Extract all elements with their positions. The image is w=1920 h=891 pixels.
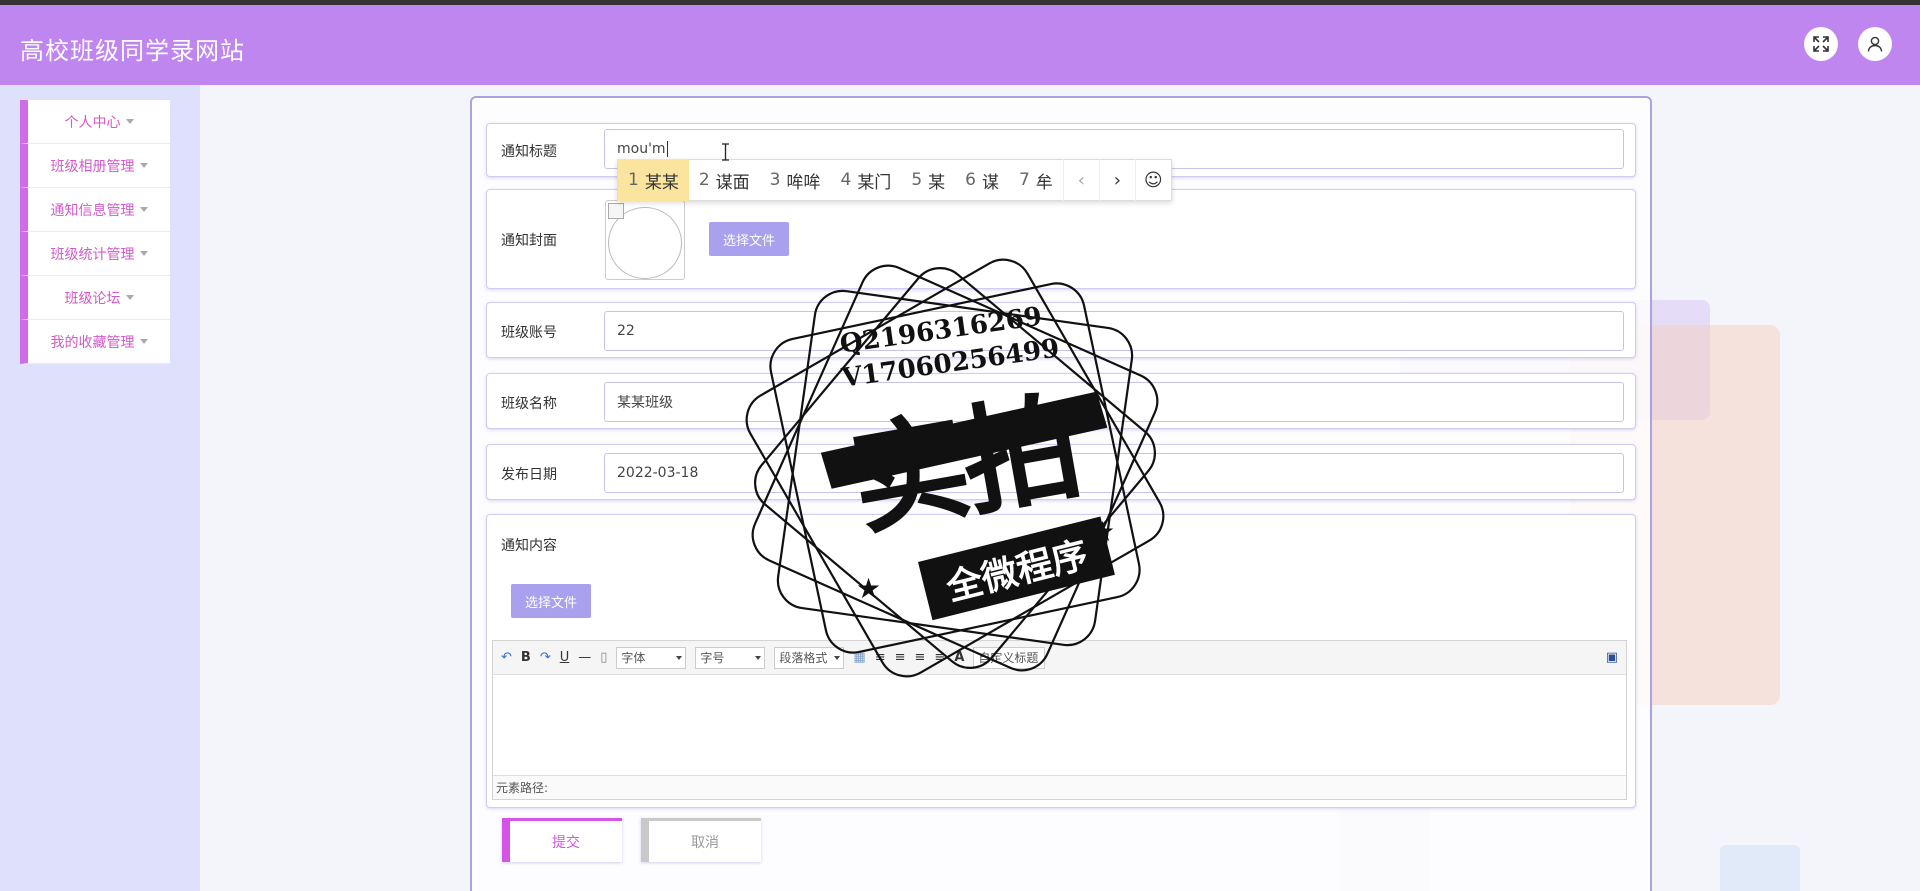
background-illustration: [1720, 845, 1800, 891]
ime-candidate-number: 6: [965, 170, 976, 190]
account-label: 班级账号: [501, 325, 557, 341]
ime-candidate-number: 7: [1018, 170, 1030, 190]
font-family-value: 字体: [621, 651, 646, 665]
horizontal-rule-icon[interactable]: —: [578, 650, 591, 665]
ime-candidate-text: 谋: [981, 172, 999, 193]
caret-down-icon: [125, 295, 134, 300]
ime-candidate-3[interactable]: 3 哞哞: [760, 159, 831, 201]
ime-candidate-number: 1: [628, 170, 639, 190]
caret-down-icon: [139, 251, 148, 256]
broken-image-icon: [608, 203, 624, 219]
ime-candidate-text: 某: [928, 172, 946, 193]
sidebar-item-label: 班级相册管理: [50, 158, 135, 175]
sidebar-item-class-stats[interactable]: 班级统计管理: [20, 232, 170, 276]
caret-down-icon: [139, 207, 148, 212]
sidebar-item-label: 班级统计管理: [50, 246, 135, 263]
font-family-select[interactable]: 字体: [616, 646, 687, 669]
sidebar-item-label: 通知信息管理: [50, 202, 135, 219]
caret-down-icon: [125, 119, 134, 124]
date-label: 发布日期: [501, 467, 557, 483]
ime-candidate-bar: 1 某某 2 谋面 3 哞哞 4 某门 5某 6谋 7牟 ‹ › ☺: [617, 159, 1172, 201]
content-label: 通知内容: [501, 538, 557, 554]
document-icon[interactable]: ▯: [600, 650, 607, 665]
title-input-value: mou'm: [617, 141, 666, 157]
underline-button[interactable]: U: [560, 650, 570, 665]
content-choose-file-button[interactable]: 选择文件: [511, 584, 591, 618]
redo-icon[interactable]: ↷: [540, 650, 551, 665]
bold-button[interactable]: B: [521, 650, 531, 665]
select-caret-icon: [676, 655, 683, 660]
top-header: 高校班级同学录网站: [0, 5, 1920, 85]
ime-candidate-text: 哞哞: [786, 172, 821, 193]
expand-icon: [1813, 36, 1829, 52]
sidebar-item-personal-center[interactable]: 个人中心: [20, 100, 170, 144]
ime-candidate-number: 4: [840, 170, 852, 190]
text-cursor: [666, 141, 668, 157]
ime-candidate-6[interactable]: 6谋: [955, 159, 1009, 201]
sidebar-item-label: 班级论坛: [64, 290, 121, 307]
user-button[interactable]: [1858, 27, 1892, 61]
classname-label: 班级名称: [501, 396, 557, 412]
sidebar-item-my-favorites[interactable]: 我的收藏管理: [20, 320, 170, 364]
ime-candidate-text: 谋面: [715, 172, 750, 193]
ime-emoji-icon[interactable]: ☺: [1134, 159, 1171, 201]
sidebar-item-notice-info[interactable]: 通知信息管理: [20, 188, 170, 232]
editor-element-path: 元素路径:: [493, 775, 1626, 799]
i-beam-cursor: [721, 143, 730, 161]
ime-candidate-1[interactable]: 1 某某: [618, 159, 689, 201]
title-label: 通知标题: [501, 144, 557, 160]
ime-prev-page-icon[interactable]: ‹: [1062, 159, 1099, 201]
ime-candidate-number: 5: [911, 170, 923, 190]
fullscreen-editor-icon[interactable]: ▣: [1606, 650, 1618, 665]
ime-candidate-text: 某某: [644, 172, 679, 193]
ime-candidate-text: 某门: [857, 172, 892, 193]
cover-preview: [605, 200, 685, 280]
ime-candidate-7[interactable]: 7牟: [1009, 159, 1063, 201]
sidebar-item-class-forum[interactable]: 班级论坛: [20, 276, 170, 320]
caret-down-icon: [139, 339, 148, 344]
submit-button[interactable]: 提交: [502, 818, 622, 862]
cancel-button[interactable]: 取消: [641, 818, 761, 862]
site-title: 高校班级同学录网站: [20, 37, 245, 65]
star-icon: ★: [1090, 515, 1116, 548]
font-size-value: 字号: [700, 651, 725, 665]
ime-candidate-4[interactable]: 4 某门: [830, 159, 901, 201]
fullscreen-button[interactable]: [1804, 27, 1838, 61]
undo-icon[interactable]: ↶: [501, 650, 512, 665]
sidebar-item-label: 个人中心: [64, 114, 121, 131]
ime-candidate-number: 2: [698, 170, 710, 190]
star-icon: ★: [856, 572, 882, 605]
sidebar-item-class-album[interactable]: 班级相册管理: [20, 144, 170, 188]
user-icon: [1867, 36, 1883, 52]
sidebar-menu: 个人中心 班级相册管理 通知信息管理 班级统计管理 班级论坛 我的收藏管理: [20, 100, 170, 364]
ime-next-page-icon[interactable]: ›: [1098, 159, 1135, 201]
sidebar-item-label: 我的收藏管理: [50, 334, 135, 351]
ime-candidate-2[interactable]: 2 谋面: [689, 159, 760, 201]
ime-candidate-number: 3: [769, 170, 781, 190]
ime-candidate-text: 牟: [1035, 172, 1053, 193]
ime-candidate-5[interactable]: 5某: [901, 159, 955, 201]
caret-down-icon: [139, 163, 148, 168]
cover-label: 通知封面: [501, 233, 557, 249]
